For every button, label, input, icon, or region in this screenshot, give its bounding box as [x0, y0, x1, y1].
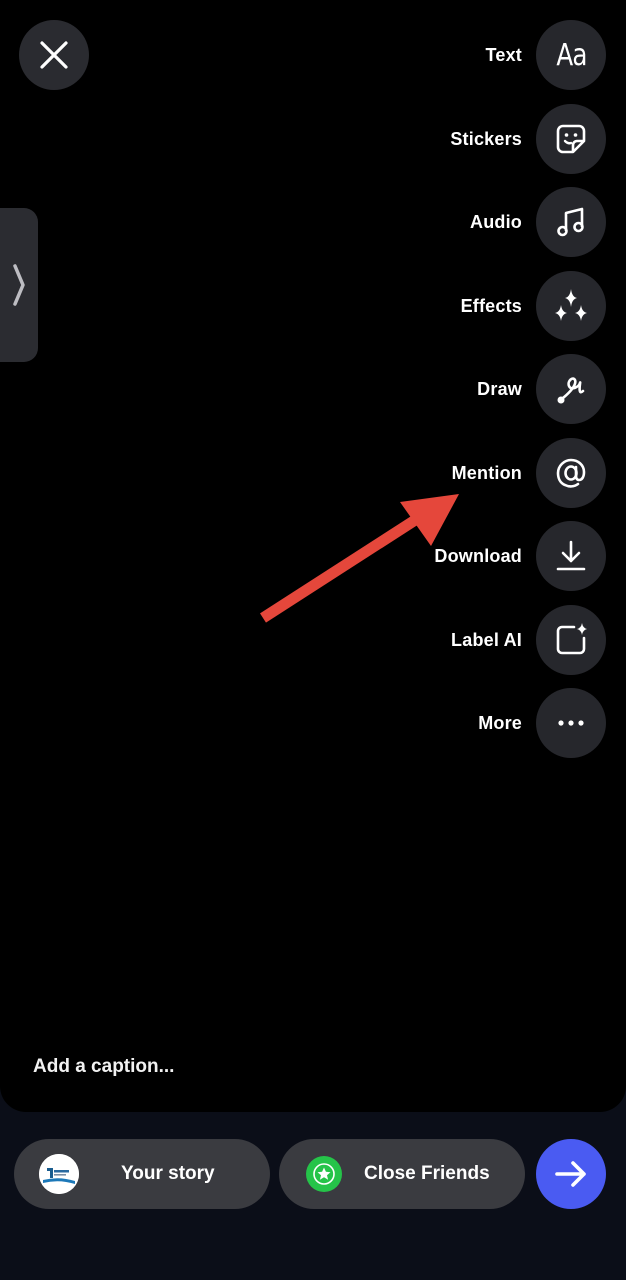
ai-label-icon[interactable] [536, 605, 606, 675]
close-friends-button[interactable]: Close Friends [279, 1139, 525, 1209]
tool-more[interactable]: More [478, 688, 606, 758]
squiggle-icon[interactable] [536, 354, 606, 424]
tool-label: Label AI [451, 629, 522, 650]
tool-label: Effects [460, 295, 522, 316]
tool-label-ai[interactable]: Label AI [451, 605, 606, 675]
tool-mention[interactable]: Mention [452, 438, 606, 508]
tool-label: Stickers [450, 128, 522, 149]
your-story-label: Your story [121, 1163, 215, 1184]
close-button[interactable] [19, 20, 89, 90]
tool-download[interactable]: Download [434, 521, 606, 591]
side-panel-handle[interactable] [0, 208, 38, 362]
send-button[interactable] [536, 1139, 606, 1209]
avatar [39, 1154, 79, 1194]
chevron-right-icon [13, 264, 25, 306]
story-canvas: Text Aa Stickers Audio Effects Draw Ment… [0, 0, 626, 1112]
close-friends-label: Close Friends [364, 1163, 490, 1184]
tool-text[interactable]: Text Aa [486, 20, 606, 90]
at-sign-icon[interactable] [536, 438, 606, 508]
close-icon [40, 41, 68, 69]
tool-label: Audio [470, 211, 522, 232]
text-aa-icon[interactable]: Aa [536, 20, 606, 90]
arrow-right-icon [555, 1161, 586, 1187]
tool-label: Text [485, 44, 522, 65]
tool-label: Draw [477, 378, 522, 399]
more-dots-icon[interactable] [536, 688, 606, 758]
tool-audio[interactable]: Audio [470, 187, 606, 257]
tool-label: More [478, 712, 522, 733]
tool-draw[interactable]: Draw [477, 354, 606, 424]
tool-stickers[interactable]: Stickers [450, 104, 606, 174]
star-icon [306, 1156, 342, 1192]
tool-effects[interactable]: Effects [461, 271, 606, 341]
sticker-icon[interactable] [536, 104, 606, 174]
music-note-icon[interactable] [536, 187, 606, 257]
sparkles-icon[interactable] [536, 271, 606, 341]
your-story-button[interactable]: Your story [14, 1139, 270, 1209]
tool-label: Download [434, 545, 522, 566]
caption-input[interactable]: Add a caption... [33, 1056, 174, 1078]
download-icon[interactable] [536, 521, 606, 591]
tool-label: Mention [451, 462, 522, 483]
